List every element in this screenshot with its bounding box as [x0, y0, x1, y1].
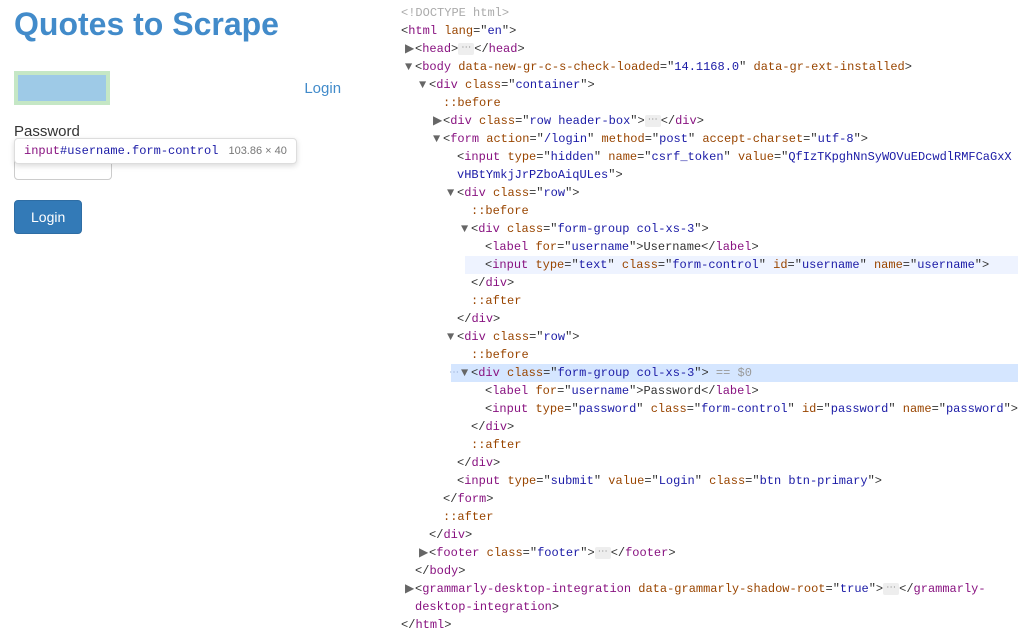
login-link[interactable]: Login [304, 80, 341, 97]
dom-line-selected[interactable]: ⋯▼<div class="form-group col-xs-3"> == $… [451, 364, 1018, 382]
dom-line[interactable]: </form> [423, 490, 1018, 508]
ellipsis-icon[interactable]: ⋯ [595, 547, 611, 559]
dom-line[interactable]: <input type="hidden" name="csrf_token" v… [437, 148, 1018, 166]
ellipsis-icon[interactable]: ⋯ [458, 43, 474, 55]
inspect-tooltip: input#username.form-control 103.86 × 40 [14, 138, 297, 164]
rendered-page: Quotes to Scrape Login input#username.fo… [0, 0, 381, 517]
dom-line[interactable]: ▼<div class="form-group col-xs-3"> [451, 220, 1018, 238]
dom-line[interactable]: ▶<head>⋯</head> [395, 40, 1018, 58]
username-input-highlight[interactable] [18, 75, 106, 101]
dom-line[interactable]: <html lang="en"> [381, 22, 1018, 40]
dom-line[interactable]: ▼<form action="/login" method="post" acc… [423, 130, 1018, 148]
dom-line: vHBtYmkjJrPZboAiqULes"> [437, 166, 1018, 184]
caret-right-icon[interactable]: ▶ [433, 112, 443, 130]
dom-line[interactable]: ▼<div class="container"> [409, 76, 1018, 94]
dom-line[interactable]: ▶<div class="row header-box">⋯</div> [423, 112, 1018, 130]
dom-line[interactable]: <!DOCTYPE html> [381, 4, 1018, 22]
ellipsis-icon[interactable]: ⋯ [883, 583, 899, 595]
dom-line-highlighted[interactable]: <input type="text" class="form-control" … [465, 256, 1018, 274]
dom-line[interactable]: ▼<body data-new-gr-c-s-check-loaded="14.… [395, 58, 1018, 76]
page-title: Quotes to Scrape [14, 6, 367, 43]
devtools-elements-panel[interactable]: <!DOCTYPE html> <html lang="en"> ▶<head>… [381, 0, 1024, 517]
caret-down-icon[interactable]: ▼ [461, 220, 471, 238]
dom-line[interactable]: </body> [395, 562, 1018, 580]
login-button[interactable]: Login [14, 200, 82, 234]
dom-line[interactable]: </div> [451, 274, 1018, 292]
caret-right-icon[interactable]: ▶ [405, 580, 415, 598]
dom-line[interactable]: <input type="submit" value="Login" class… [437, 472, 1018, 490]
dom-line[interactable]: ▶<grammarly-desktop-integration data-gra… [395, 580, 1018, 598]
caret-right-icon[interactable]: ▶ [419, 544, 429, 562]
caret-down-icon[interactable]: ▼ [419, 76, 429, 94]
dom-line[interactable]: </div> [437, 310, 1018, 328]
caret-down-icon[interactable]: ▼ [405, 58, 415, 76]
caret-right-icon[interactable]: ▶ [405, 40, 415, 58]
selected-badge-icon: ⋯ [449, 366, 459, 381]
caret-down-icon[interactable]: ▼ [461, 364, 471, 382]
tooltip-dimensions: 103.86 × 40 [228, 145, 286, 157]
dom-line[interactable]: ::after [423, 508, 1018, 526]
dom-line[interactable]: </div> [437, 454, 1018, 472]
dom-line: desktop-integration> [395, 598, 1018, 616]
dom-line[interactable]: ::before [423, 94, 1018, 112]
dom-line[interactable]: ::after [451, 292, 1018, 310]
caret-down-icon[interactable]: ▼ [447, 328, 457, 346]
dom-line[interactable]: <label for="username">Username</label> [465, 238, 1018, 256]
dom-line[interactable]: </html> [381, 616, 1018, 634]
dom-line[interactable]: ▶<footer class="footer">⋯</footer> [409, 544, 1018, 562]
dom-line[interactable]: ▼<div class="row"> [437, 184, 1018, 202]
dom-line[interactable]: <label for="username">Password</label> [465, 382, 1018, 400]
dom-line[interactable]: <input type="password" class="form-contr… [465, 400, 1018, 418]
caret-down-icon[interactable]: ▼ [447, 184, 457, 202]
dom-line[interactable]: ::before [451, 202, 1018, 220]
dom-line[interactable]: ▼<div class="row"> [437, 328, 1018, 346]
tooltip-selector: input#username.form-control [24, 144, 218, 158]
dom-line[interactable]: ::after [451, 436, 1018, 454]
caret-down-icon[interactable]: ▼ [433, 130, 443, 148]
ellipsis-icon[interactable]: ⋯ [645, 115, 661, 127]
dom-line[interactable]: </div> [451, 418, 1018, 436]
highlighted-element-overlay [14, 71, 110, 105]
dom-line[interactable]: </div> [409, 526, 1018, 544]
dom-line[interactable]: ::before [451, 346, 1018, 364]
